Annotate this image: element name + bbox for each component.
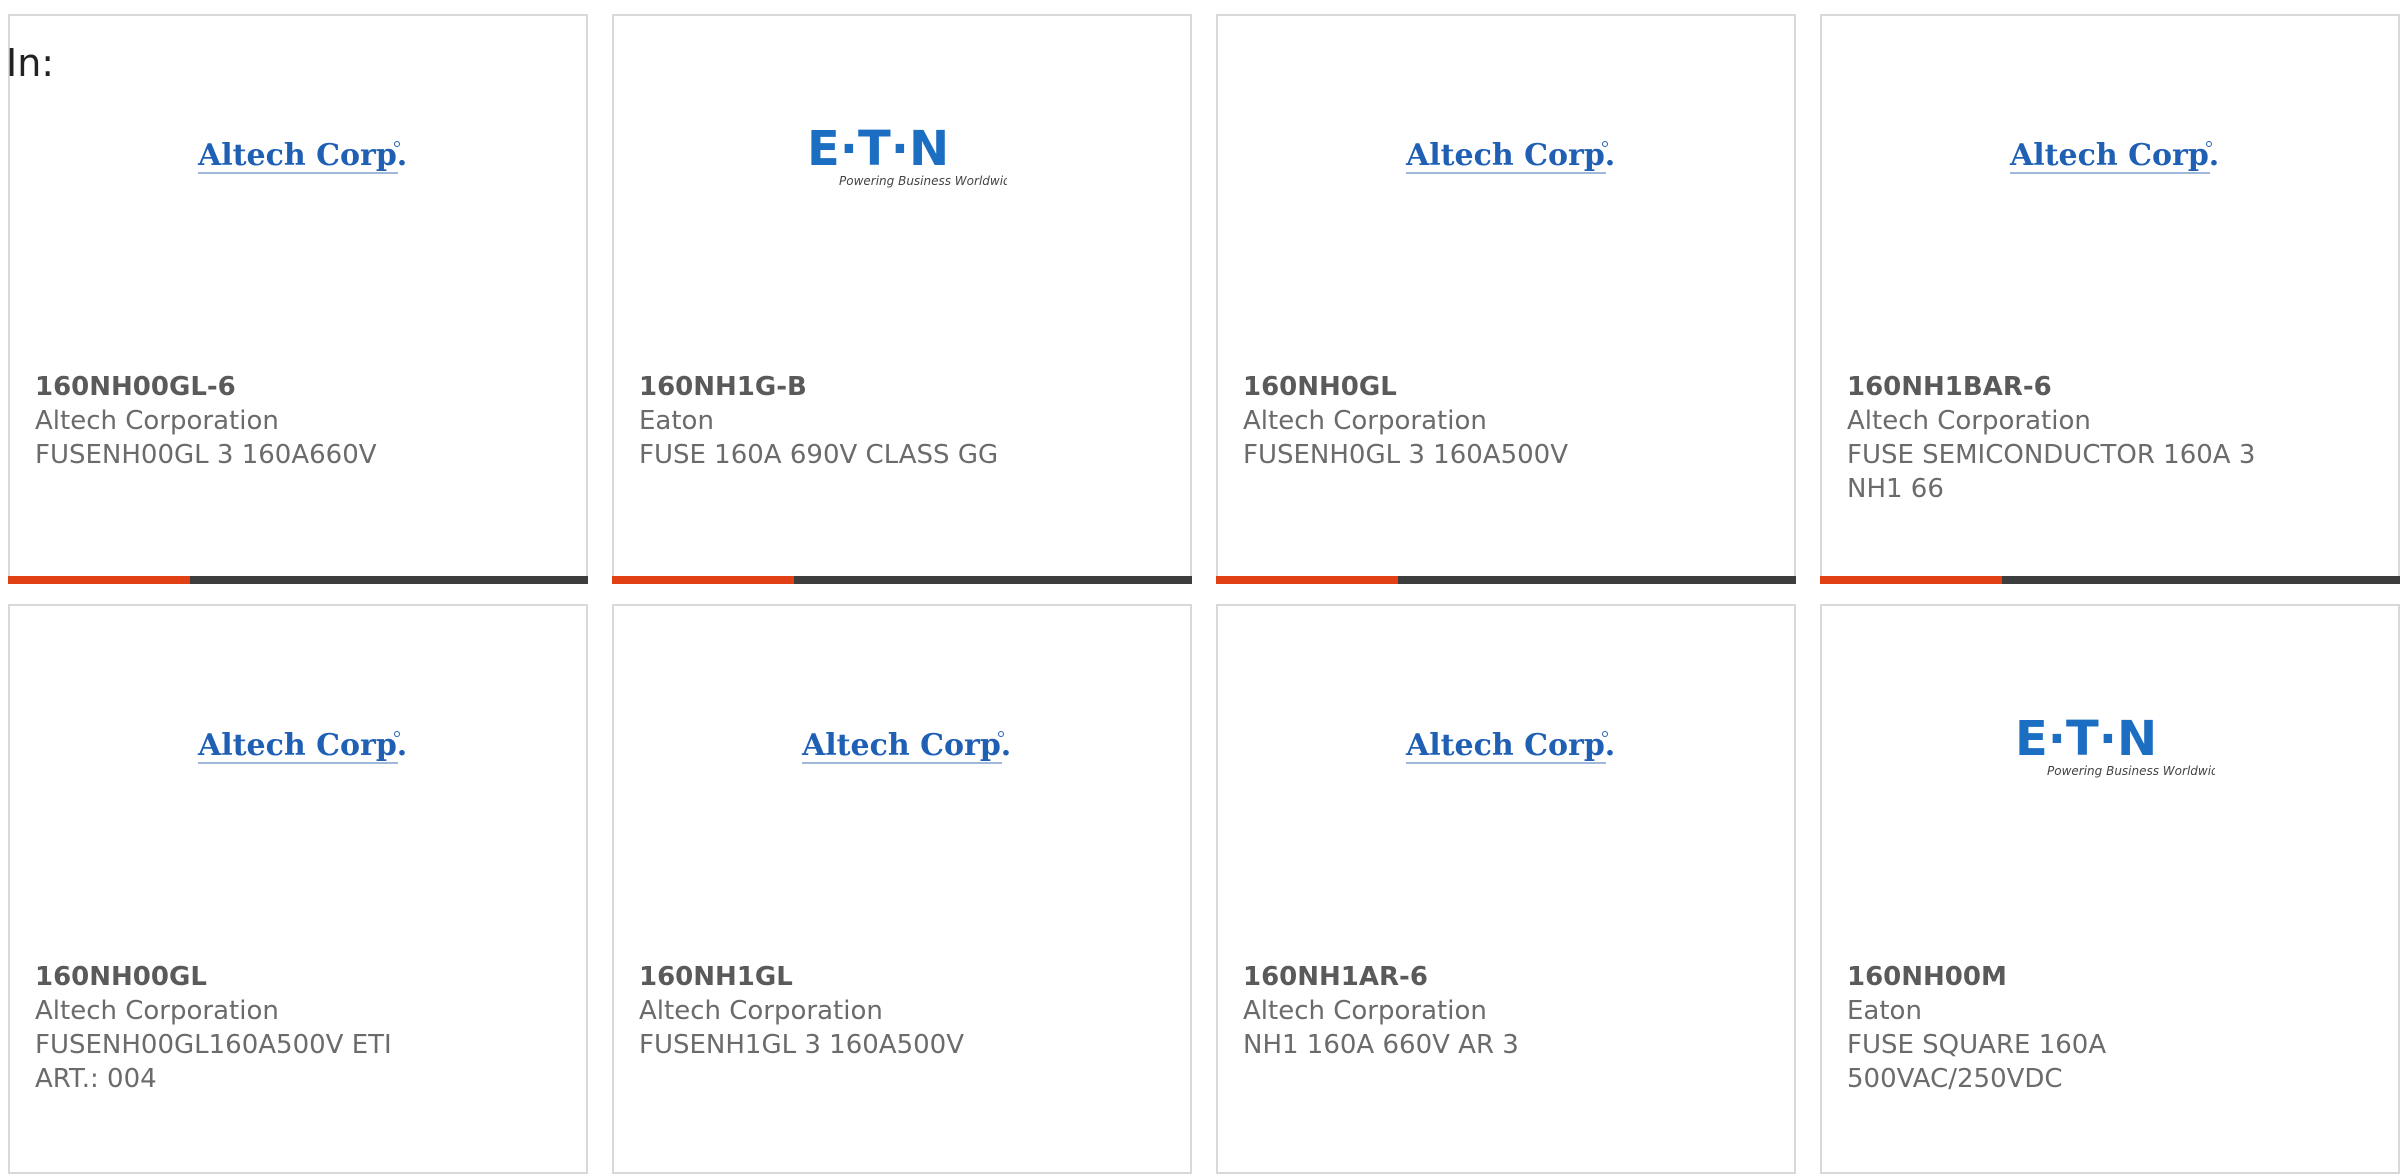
- product-card[interactable]: E·T·N Powering Business Worldwide 160NH1…: [612, 14, 1192, 584]
- description: NH1 160A 660V AR 3: [1243, 1030, 1519, 1060]
- part-number[interactable]: 160NH1G-B: [639, 370, 1059, 404]
- card-bottom-bar: [1820, 576, 2400, 584]
- card-bottom-bar: [1216, 576, 1796, 584]
- filter-label: In:: [6, 41, 55, 85]
- card-bottom-bar: [8, 576, 588, 584]
- eaton-logo: E·T·N Powering Business Worldwide: [1822, 696, 2398, 796]
- product-card[interactable]: Altech Corp. 160NH1BAR-6 Altech Corporat…: [1820, 14, 2400, 584]
- product-card[interactable]: Altech Corp. 160NH1GL Altech Corporation…: [612, 604, 1192, 1174]
- svg-text:Altech Corp.: Altech Corp.: [197, 138, 407, 173]
- part-number[interactable]: 160NH00GL: [35, 960, 455, 994]
- altech-logo: Altech Corp.: [1822, 106, 2398, 206]
- altech-logo: Altech Corp.: [1218, 696, 1794, 796]
- description: FUSENH00GL 3 160A660V: [35, 440, 377, 470]
- manufacturer: Altech Corporation: [35, 406, 279, 436]
- manufacturer: Altech Corporation: [639, 996, 883, 1026]
- manufacturer: Altech Corporation: [35, 996, 279, 1026]
- product-grid: Altech Corp. 160NH00GL-6 Altech Corporat…: [0, 0, 2400, 1174]
- altech-logo: Altech Corp.: [1218, 106, 1794, 206]
- manufacturer: Altech Corporation: [1243, 406, 1487, 436]
- svg-text:Altech Corp.: Altech Corp.: [1405, 138, 1615, 173]
- description: FUSENH00GL160A500V ETI ART.: 004: [35, 1030, 392, 1094]
- part-number[interactable]: 160NH0GL: [1243, 370, 1663, 404]
- product-card[interactable]: E·T·N Powering Business Worldwide 160NH0…: [1820, 604, 2400, 1174]
- product-card[interactable]: Altech Corp. 160NH00GL-6 Altech Corporat…: [8, 14, 588, 584]
- svg-text:Altech Corp.: Altech Corp.: [197, 728, 407, 763]
- product-card[interactable]: Altech Corp. 160NH00GL Altech Corporatio…: [8, 604, 588, 1174]
- part-number[interactable]: 160NH1GL: [639, 960, 1059, 994]
- part-number[interactable]: 160NH00GL-6: [35, 370, 455, 404]
- description: FUSENH1GL 3 160A500V: [639, 1030, 964, 1060]
- manufacturer: Eaton: [639, 406, 714, 436]
- product-card[interactable]: Altech Corp. 160NH1AR-6 Altech Corporati…: [1216, 604, 1796, 1174]
- description: FUSE 160A 690V CLASS GG: [639, 440, 999, 470]
- svg-text:Altech Corp.: Altech Corp.: [801, 728, 1011, 763]
- svg-text:E·T·N: E·T·N: [2015, 711, 2157, 767]
- altech-logo: Altech Corp.: [10, 106, 586, 206]
- part-number[interactable]: 160NH00M: [1847, 960, 2267, 994]
- manufacturer: Eaton: [1847, 996, 1922, 1026]
- svg-text:Powering Business Worldwide: Powering Business Worldwide: [2047, 764, 2215, 778]
- description: FUSENH0GL 3 160A500V: [1243, 440, 1568, 470]
- manufacturer: Altech Corporation: [1243, 996, 1487, 1026]
- card-bottom-bar: [612, 576, 1192, 584]
- part-number[interactable]: 160NH1BAR-6: [1847, 370, 2267, 404]
- description: FUSE SQUARE 160A 500VAC/250VDC: [1847, 1030, 2107, 1094]
- svg-text:Altech Corp.: Altech Corp.: [1405, 728, 1615, 763]
- svg-text:E·T·N: E·T·N: [807, 121, 949, 177]
- svg-text:Altech Corp.: Altech Corp.: [2009, 138, 2219, 173]
- svg-text:Powering Business Worldwide: Powering Business Worldwide: [839, 174, 1007, 188]
- manufacturer: Altech Corporation: [1847, 406, 2091, 436]
- eaton-logo: E·T·N Powering Business Worldwide: [614, 106, 1190, 206]
- description: FUSE SEMICONDUCTOR 160A 3 NH1 66: [1847, 440, 2256, 504]
- altech-logo: Altech Corp.: [614, 696, 1190, 796]
- part-number[interactable]: 160NH1AR-6: [1243, 960, 1663, 994]
- product-card[interactable]: Altech Corp. 160NH0GL Altech Corporation…: [1216, 14, 1796, 584]
- altech-logo: Altech Corp.: [10, 696, 586, 796]
